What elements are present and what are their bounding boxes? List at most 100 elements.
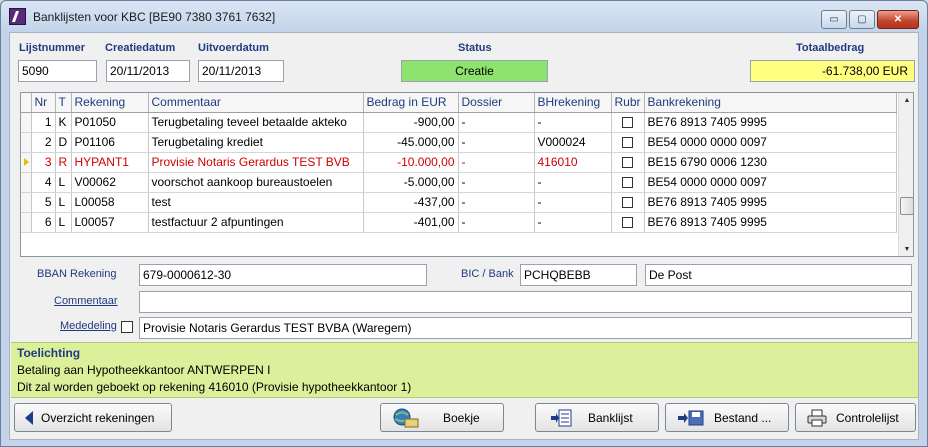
table-row[interactable]: 6 L L00057 testfactuur 2 afpuntingen -40… <box>21 212 897 233</box>
row-indicator <box>21 192 32 213</box>
col-bedrag[interactable]: Bedrag in EUR <box>363 93 459 113</box>
table-row[interactable]: 2 D P01106 Terugbetaling krediet -45.000… <box>21 132 897 153</box>
main-window: Banklijsten voor KBC [BE90 7380 3761 763… <box>0 0 928 447</box>
window-title: Banklijsten voor KBC [BE90 7380 3761 763… <box>33 10 276 24</box>
cell-bedrag: -5.000,00 <box>363 172 459 193</box>
bestand-label: Bestand ... <box>714 411 772 425</box>
cell-commentaar: test <box>148 192 364 213</box>
bestand-icon <box>678 410 704 426</box>
cell-bhrekening: - <box>534 212 612 233</box>
col-bankrekening[interactable]: Bankrekening <box>644 93 897 113</box>
lijstnummer-label: Lijstnummer <box>19 42 86 54</box>
cell-bedrag: -437,00 <box>363 192 459 213</box>
rubr-checkbox[interactable] <box>621 157 633 169</box>
scroll-down-arrow-icon[interactable]: ▼ <box>899 242 913 256</box>
cell-bhrekening: - <box>534 192 612 213</box>
mededeling-label: Mededeling <box>60 320 117 332</box>
cell-rekening: P01106 <box>71 132 149 153</box>
minimize-button[interactable]: ▭ <box>821 10 847 29</box>
cell-t: D <box>55 132 72 153</box>
app-icon <box>9 8 26 25</box>
cell-commentaar: Terugbetaling krediet <box>148 132 364 153</box>
cell-dossier: - <box>458 192 535 213</box>
col-dossier[interactable]: Dossier <box>458 93 535 113</box>
banklijst-button[interactable]: Banklijst <box>535 403 659 432</box>
table-row-selected[interactable]: 3 R HYPANT1 Provisie Notaris Gerardus TE… <box>21 152 897 173</box>
cell-t: L <box>55 172 72 193</box>
cell-commentaar: testfactuur 2 afpuntingen <box>148 212 364 233</box>
cell-t: L <box>55 192 72 213</box>
cell-bhrekening: 416010 <box>534 152 612 173</box>
uitvoerdatum-field[interactable]: 20/11/2013 <box>198 60 284 82</box>
controlelijst-button[interactable]: Controlelijst <box>795 403 916 432</box>
mededeling-field[interactable]: Provisie Notaris Gerardus TEST BVBA (War… <box>139 317 912 339</box>
cell-rubr <box>611 152 645 173</box>
scroll-thumb[interactable] <box>900 197 913 215</box>
col-t[interactable]: T <box>55 93 72 113</box>
boekje-icon <box>393 408 419 428</box>
cell-nr: 6 <box>31 212 56 233</box>
rubr-checkbox[interactable] <box>621 197 633 209</box>
bban-label: BBAN Rekening <box>37 268 117 280</box>
row-indicator <box>21 212 32 233</box>
cell-bankrekening: BE76 8913 7405 9995 <box>644 192 897 213</box>
controlelijst-label: Controlelijst <box>836 411 899 425</box>
title-bar[interactable]: Banklijsten voor KBC [BE90 7380 3761 763… <box>1 1 927 31</box>
cell-bankrekening: BE76 8913 7405 9995 <box>644 112 897 133</box>
table-row[interactable]: 4 L V00062 voorschot aankoop bureaustoel… <box>21 172 897 193</box>
grid-header: Nr T Rekening Commentaar Bedrag in EUR D… <box>21 93 897 113</box>
banklijst-label: Banklijst <box>588 411 633 425</box>
mededeling-checkbox[interactable] <box>121 321 133 333</box>
totaal-value: -61.738,00 EUR <box>750 60 915 82</box>
client-area: Lijstnummer Creatiedatum Uitvoerdatum St… <box>9 32 919 440</box>
rubr-checkbox[interactable] <box>621 117 633 129</box>
cell-rekening: L00058 <box>71 192 149 213</box>
back-arrow-icon <box>25 411 33 425</box>
table-row[interactable]: 1 K P01050 Terugbetaling teveel betaalde… <box>21 112 897 133</box>
cell-bedrag: -900,00 <box>363 112 459 133</box>
bestand-button[interactable]: Bestand ... <box>665 403 789 432</box>
cell-dossier: - <box>458 172 535 193</box>
minimize-icon: ▭ <box>829 14 839 25</box>
col-nr[interactable]: Nr <box>31 93 56 113</box>
lijstnummer-field[interactable]: 5090 <box>18 60 97 82</box>
rubr-checkbox[interactable] <box>621 177 633 189</box>
maximize-icon: ▢ <box>857 14 867 25</box>
cell-rekening: HYPANT1 <box>71 152 149 173</box>
creatiedatum-field[interactable]: 20/11/2013 <box>106 60 190 82</box>
grid-scrollbar[interactable]: ▲ ▼ <box>898 93 913 256</box>
banklijst-icon <box>551 409 572 427</box>
bic-field[interactable]: PCHQBEBB <box>520 264 637 286</box>
col-commentaar[interactable]: Commentaar <box>148 93 364 113</box>
toelichting-line1: Betaling aan Hypotheekkantoor ANTWERPEN … <box>17 363 271 377</box>
bic-label: BIC / Bank <box>461 268 514 280</box>
cell-rekening: V00062 <box>71 172 149 193</box>
status-label: Status <box>458 42 492 54</box>
bank-name-field[interactable]: De Post <box>645 264 912 286</box>
boekje-button[interactable]: Boekje <box>380 403 504 432</box>
cell-bhrekening: V000024 <box>534 132 612 153</box>
maximize-button[interactable]: ▢ <box>849 10 875 29</box>
banklijst-grid[interactable]: Nr T Rekening Commentaar Bedrag in EUR D… <box>20 92 914 257</box>
col-bhrekening[interactable]: BHrekening <box>534 93 612 113</box>
scroll-up-arrow-icon[interactable]: ▲ <box>899 93 913 109</box>
col-rekening[interactable]: Rekening <box>71 93 149 113</box>
cell-rubr <box>611 132 645 153</box>
cell-nr: 5 <box>31 192 56 213</box>
boekje-label: Boekje <box>443 411 480 425</box>
creatiedatum-label: Creatiedatum <box>105 42 176 54</box>
rubr-checkbox[interactable] <box>621 217 633 229</box>
cell-nr: 3 <box>31 152 56 173</box>
printer-icon <box>807 409 827 427</box>
rubr-checkbox[interactable] <box>621 137 633 149</box>
overzicht-rekeningen-button[interactable]: Overzicht rekeningen <box>14 403 172 432</box>
cell-bedrag: -45.000,00 <box>363 132 459 153</box>
close-button[interactable]: ✕ <box>877 10 919 29</box>
col-rubr[interactable]: Rubr <box>611 93 645 113</box>
bban-field[interactable]: 679-0000612-30 <box>139 264 427 286</box>
toelichting-title: Toelichting <box>17 346 81 360</box>
commentaar-field[interactable] <box>139 291 912 313</box>
cell-dossier: - <box>458 212 535 233</box>
table-row[interactable]: 5 L L00058 test -437,00 - - BE76 8913 74… <box>21 192 897 213</box>
header-indicator <box>21 93 32 113</box>
